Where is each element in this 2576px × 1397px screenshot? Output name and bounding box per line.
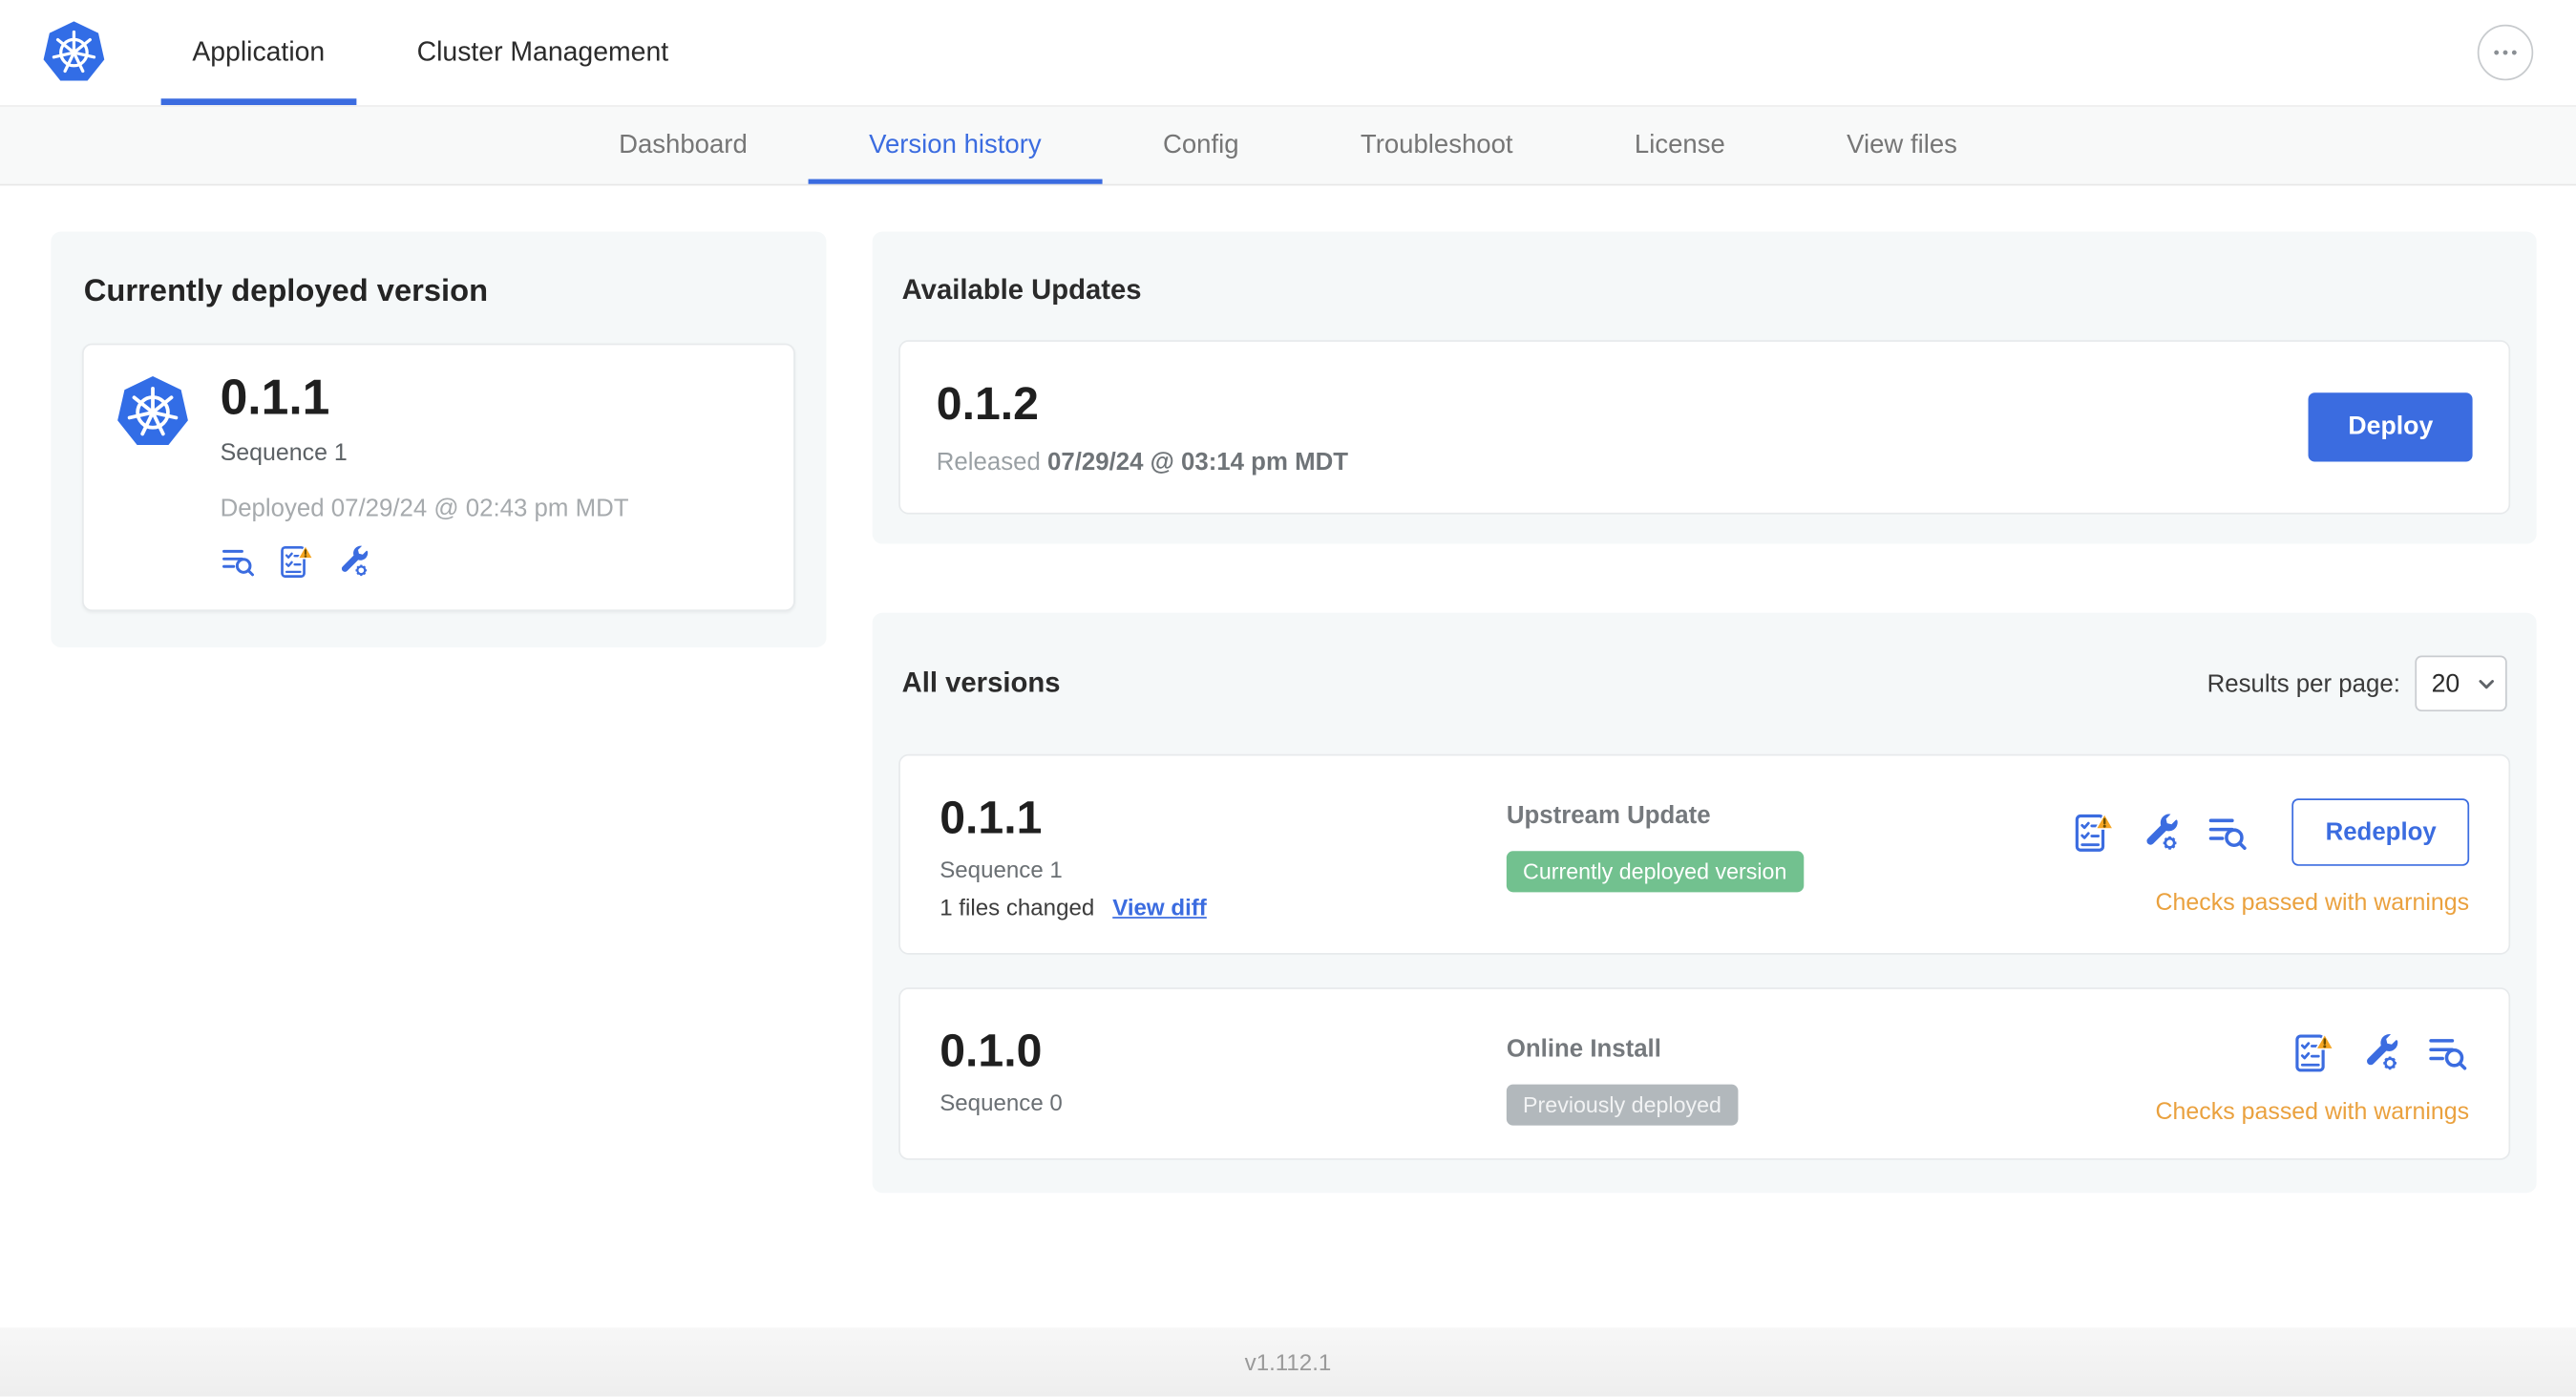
tab-cluster-management[interactable]: Cluster Management [386, 0, 700, 105]
kubernetes-app-icon [116, 371, 189, 580]
results-per-page-label: Results per page: [2206, 669, 2400, 698]
row-version-number: 0.1.0 [940, 1025, 1043, 1077]
kubernetes-logo-icon [42, 0, 106, 105]
redeploy-button[interactable]: Redeploy [2292, 798, 2470, 866]
preflight-checks-warning-icon[interactable] [278, 543, 314, 580]
row-sequence: Sequence 0 [940, 1089, 1063, 1116]
checks-status-link[interactable]: Checks passed with warnings [2155, 1099, 2469, 1126]
tab-dashboard[interactable]: Dashboard [558, 107, 808, 184]
status-badge: Currently deployed version [1506, 851, 1804, 893]
files-changed-label: 1 files changed [940, 894, 1095, 921]
version-row: 0.1.0 Sequence 0 Online Install Previous… [898, 987, 2511, 1160]
view-diff-link[interactable]: View diff [1112, 894, 1207, 921]
checks-status-link[interactable]: Checks passed with warnings [2155, 891, 2469, 918]
version-source-label: Upstream Update [1506, 801, 1711, 830]
config-icon[interactable] [335, 543, 371, 580]
currently-deployed-title: Currently deployed version [83, 274, 489, 309]
right-column: Available Updates 0.1.2 Released 07/29/2… [872, 231, 2537, 1194]
main-content: Currently deployed version 0.1.1 Sequenc… [0, 185, 2576, 1328]
deployed-version-number: 0.1.1 [220, 370, 330, 426]
logs-icon[interactable] [2207, 811, 2250, 854]
version-source-label: Online Install [1506, 1035, 1661, 1064]
tab-version-history[interactable]: Version history [808, 107, 1103, 184]
more-menu-button[interactable] [2477, 24, 2534, 81]
logs-icon[interactable] [221, 543, 257, 580]
status-badge: Previously deployed [1506, 1084, 1739, 1126]
row-version-number: 0.1.1 [940, 792, 1043, 843]
available-updates-title: Available Updates [901, 274, 1142, 307]
row-sequence: Sequence 1 [940, 856, 1063, 882]
available-update-card: 0.1.2 Released 07/29/24 @ 03:14 pm MDT D… [898, 340, 2511, 515]
all-versions-title: All versions [901, 667, 1061, 699]
update-released-line: Released 07/29/24 @ 03:14 pm MDT [937, 449, 1348, 476]
logs-icon[interactable] [2426, 1032, 2469, 1075]
tab-config[interactable]: Config [1102, 107, 1299, 184]
update-version-number: 0.1.2 [936, 377, 1039, 430]
released-timestamp: 07/29/24 @ 03:14 pm MDT [1047, 448, 1348, 476]
config-icon[interactable] [2359, 1032, 2402, 1075]
currently-deployed-card: 0.1.1 Sequence 1 Deployed 07/29/24 @ 02:… [82, 343, 795, 611]
footer: v1.112.1 [0, 1327, 2576, 1397]
all-versions-header: All versions Results per page: 20 [901, 655, 2507, 712]
tab-application[interactable]: Application [160, 0, 356, 106]
tab-troubleshoot[interactable]: Troubleshoot [1299, 107, 1573, 184]
released-label: Released [936, 448, 1041, 476]
ellipsis-icon [2489, 36, 2522, 69]
tab-view-files[interactable]: View files [1785, 107, 2017, 184]
top-nav: Application Cluster Management [160, 0, 729, 106]
top-bar: Application Cluster Management [0, 0, 2576, 106]
app-sub-nav: Dashboard Version history Config Trouble… [0, 105, 2576, 186]
preflight-checks-warning-icon[interactable] [2073, 811, 2116, 854]
version-row: 0.1.1 Sequence 1 1 files changed View di… [898, 753, 2511, 955]
admin-console: Application Cluster Management Dashboard… [0, 0, 2576, 1397]
deployed-timestamp: Deployed 07/29/24 @ 02:43 pm MDT [220, 494, 629, 522]
config-icon[interactable] [2140, 811, 2183, 854]
results-per-page-select[interactable]: 20 [2415, 655, 2507, 712]
console-version: v1.112.1 [1244, 1348, 1332, 1376]
available-updates-panel: Available Updates 0.1.2 Released 07/29/2… [872, 231, 2537, 544]
preflight-checks-warning-icon[interactable] [2291, 1032, 2335, 1075]
deployed-actions [221, 543, 629, 580]
currently-deployed-panel: Currently deployed version 0.1.1 Sequenc… [51, 231, 827, 647]
tab-license[interactable]: License [1573, 107, 1785, 184]
all-versions-panel: All versions Results per page: 20 0.1.1 … [872, 612, 2537, 1194]
deployed-sequence: Sequence 1 [220, 439, 348, 466]
deploy-button[interactable]: Deploy [2309, 392, 2473, 462]
